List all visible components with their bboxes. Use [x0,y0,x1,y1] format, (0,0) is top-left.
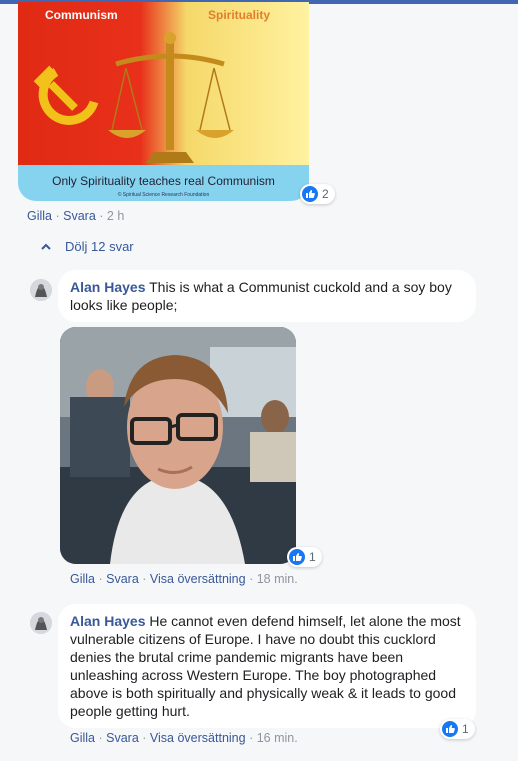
reply-link[interactable]: Svara [106,731,139,745]
reaction-count: 1 [309,550,316,564]
comment-time[interactable]: 2 h [107,209,124,223]
post-image-right-caption: Spirituality [208,8,271,22]
reaction-count-badge[interactable]: 2 [300,184,335,204]
avatar[interactable] [30,612,52,634]
hide-replies-label: Dölj 12 svar [65,239,134,254]
post-image-left-caption: Communism [45,8,118,22]
like-link[interactable]: Gilla [70,731,95,745]
like-icon [302,186,318,202]
like-icon [289,549,305,565]
hammer-sickle-icon [33,65,99,125]
reaction-count-badge[interactable]: 1 [440,719,475,739]
like-link[interactable]: Gilla [70,572,95,586]
avatar[interactable] [30,279,52,301]
comment-time[interactable]: 16 min. [257,731,298,745]
selfie-photo [60,327,296,564]
post-image-source: © Spiritual Science Research Foundation [117,192,210,198]
translate-link[interactable]: Visa översättning [150,731,246,745]
post-image[interactable]: Communism Spirituality Only Spirituality… [18,2,309,201]
comment-bubble: Alan Hayes This is what a Communist cuck… [58,270,476,322]
comment-author[interactable]: Alan Hayes [70,613,145,629]
like-icon [442,721,458,737]
reply-link[interactable]: Svara [106,572,139,586]
scales-icon [108,32,234,163]
like-link[interactable]: Gilla [27,209,52,223]
comment-actions: Gilla · Svara · Visa översättning · 16 m… [70,731,298,745]
comment-actions: Gilla · Svara · 2 h [27,209,125,223]
reaction-count-badge[interactable]: 1 [287,547,322,567]
reaction-count: 1 [462,722,469,736]
post-image-tagline: Only Spirituality teaches real Communism [52,174,275,188]
comment-actions: Gilla · Svara · Visa översättning · 18 m… [70,572,298,586]
reply-link[interactable]: Svara [63,209,96,223]
comment-photo[interactable] [60,327,296,564]
reaction-count: 2 [322,187,329,201]
comment-time[interactable]: 18 min. [257,572,298,586]
chevron-up-icon [41,243,51,250]
translate-link[interactable]: Visa översättning [150,572,246,586]
comment-author[interactable]: Alan Hayes [70,279,145,295]
hide-replies-toggle[interactable]: Dölj 12 svar [40,239,134,254]
comment-bubble: Alan Hayes He cannot even defend himself… [58,604,476,728]
